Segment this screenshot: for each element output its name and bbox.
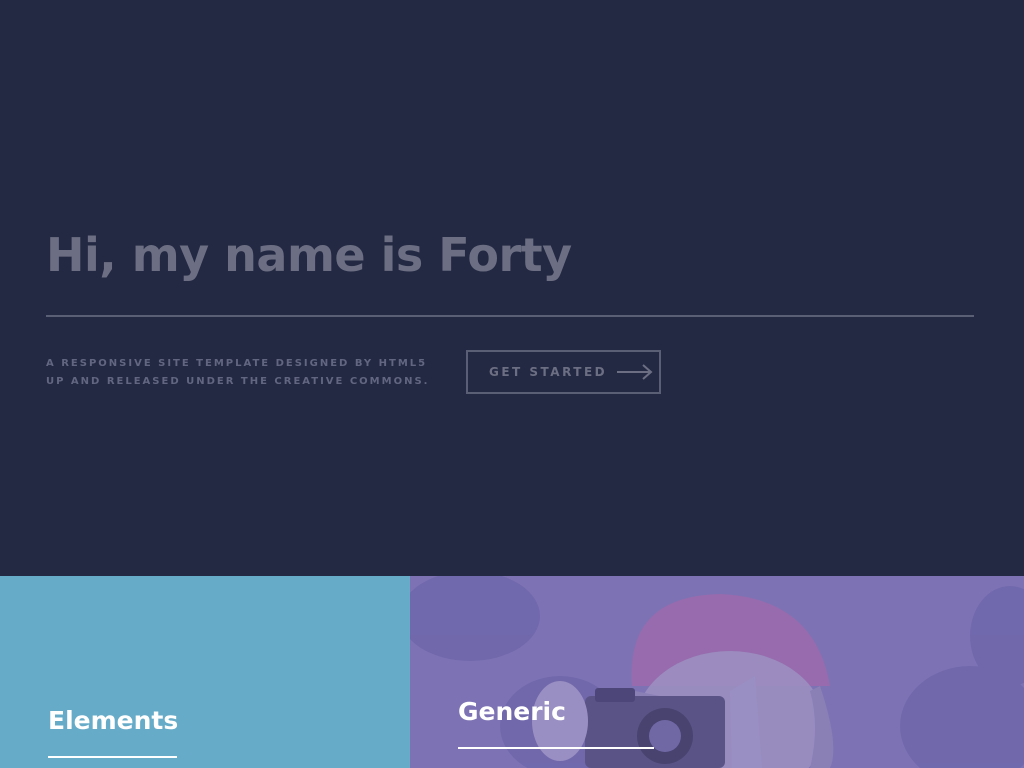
tile-elements-underline [48,756,177,758]
get-started-button[interactable]: Get Started [466,350,661,394]
tile-generic-title: Generic [458,697,566,726]
tile-elements-title: Elements [48,706,179,735]
tile-generic-photo [410,576,1024,768]
arrow-right-icon [617,364,653,380]
tile-generic[interactable]: Generic [410,576,1024,768]
banner-description: A responsive site template designed by H… [46,358,430,387]
tile-elements[interactable]: Elements [0,576,410,768]
get-started-label: Get Started [489,365,608,379]
banner-title: Hi, my name is Forty [46,228,572,282]
banner: Hi, my name is Forty A responsive site t… [0,0,1024,576]
page: Hi, my name is Forty A responsive site t… [0,0,1024,768]
banner-divider [46,315,974,317]
tile-generic-underline [458,747,654,749]
